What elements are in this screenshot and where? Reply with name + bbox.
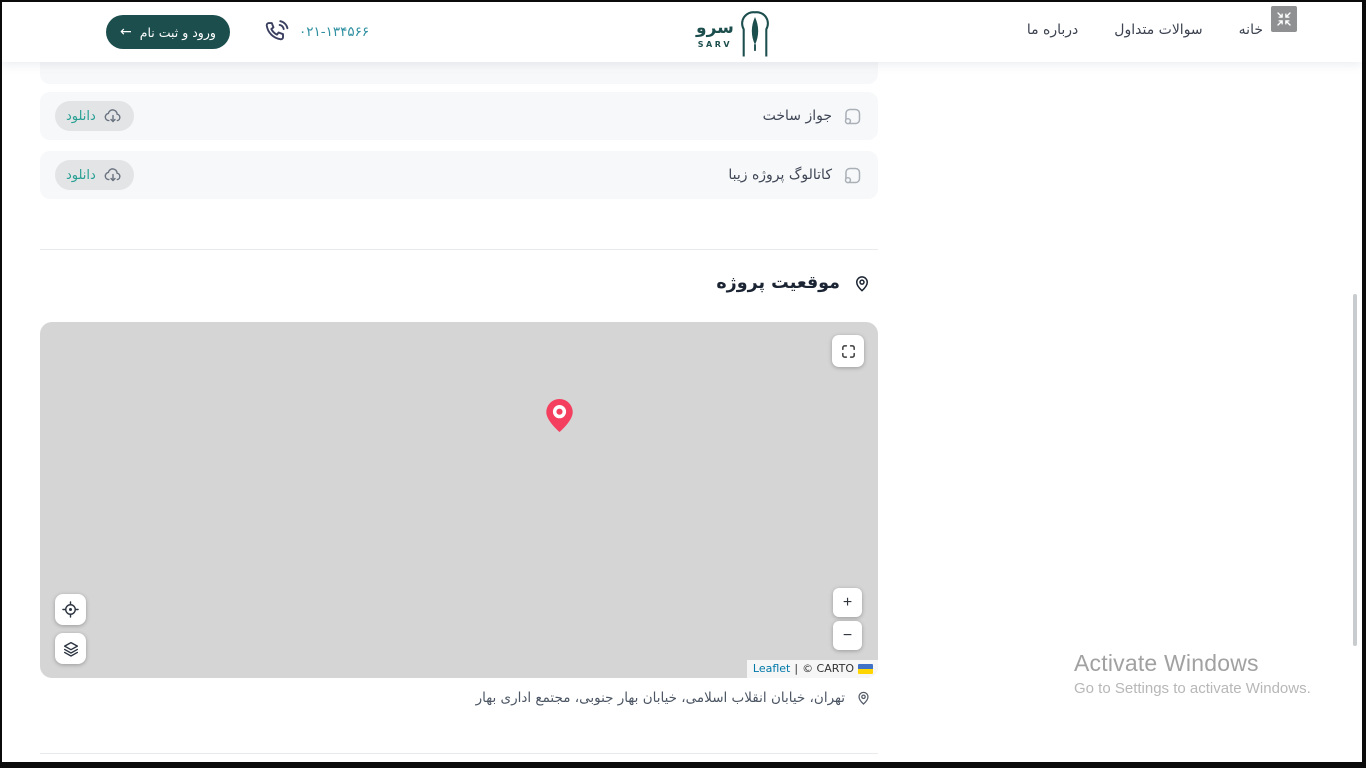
locate-button[interactable] (55, 594, 86, 625)
nav-home[interactable]: خانه (1239, 22, 1263, 38)
page: ورود و ثبت نام ← ۰۲۱-۱۳۴۵۶۶ سرو SARV (0, 0, 1366, 768)
zoom-out-button[interactable]: − (833, 621, 862, 650)
layers-button[interactable] (55, 633, 86, 664)
header: ورود و ثبت نام ← ۰۲۱-۱۳۴۵۶۶ سرو SARV (2, 2, 1362, 62)
address-pin-icon (855, 689, 872, 706)
logo-persian-name: سرو (696, 17, 734, 41)
phone-number: ۰۲۱-۱۳۴۵۶۶ (299, 24, 369, 40)
nav-about[interactable]: درباره ما (1027, 22, 1078, 38)
main-nav: خانه سوالات متداول درباره ما (1027, 22, 1263, 38)
location-pin-icon (852, 273, 872, 293)
activate-windows-watermark: Activate Windows Go to Settings to activ… (1074, 650, 1311, 697)
cloud-download-icon (103, 106, 123, 126)
attribution-separator: | (794, 662, 798, 675)
document-row-permit: جواز ساخت دانلود (40, 92, 878, 140)
compress-arrows-icon[interactable] (1271, 6, 1297, 32)
nav-faq[interactable]: سوالات متداول (1114, 22, 1202, 38)
address-text: تهران، خیابان انقلاب اسلامی، خیابان بهار… (476, 690, 845, 706)
address-row: تهران، خیابان انقلاب اسلامی، خیابان بهار… (476, 689, 872, 706)
left-arrow-icon: ← (120, 24, 132, 40)
leaflet-link[interactable]: Leaflet (753, 662, 790, 675)
document-label: کاتالوگ پروژه زیبا (728, 167, 832, 183)
document-row-partial (40, 60, 878, 84)
logo-wordmark: سرو SARV (696, 17, 734, 50)
ukraine-flag-icon (858, 664, 873, 674)
activate-windows-line2: Go to Settings to activate Windows. (1074, 680, 1311, 697)
download-label: دانلود (66, 168, 96, 183)
divider (40, 249, 878, 250)
section-title-row: موقعیت پروژه (716, 273, 872, 293)
cloud-download-icon (103, 165, 123, 185)
zoom-in-button[interactable]: + (833, 588, 862, 617)
download-button[interactable]: دانلود (55, 101, 134, 131)
document-row-catalog: کاتالوگ پروژه زیبا دانلود (40, 151, 878, 199)
download-label: دانلود (66, 109, 96, 124)
download-button[interactable]: دانلود (55, 160, 134, 190)
document-label: جواز ساخت (763, 108, 832, 124)
fullscreen-button[interactable] (832, 335, 864, 367)
login-register-button[interactable]: ورود و ثبت نام ← (106, 15, 230, 49)
map[interactable]: + − Leaflet | © CARTO (40, 322, 878, 678)
logo-latin-name: SARV (698, 40, 732, 49)
carto-attribution: © CARTO (802, 662, 854, 675)
logo[interactable]: سرو SARV (696, 8, 771, 58)
activate-windows-line1: Activate Windows (1074, 650, 1311, 677)
section-title: موقعیت پروژه (716, 273, 840, 293)
document-scroll-icon (842, 165, 863, 186)
phone-icon (263, 18, 290, 45)
scrollbar-thumb[interactable] (1353, 294, 1357, 646)
login-register-label: ورود و ثبت نام (140, 25, 216, 40)
divider (40, 753, 878, 754)
phone-link[interactable]: ۰۲۱-۱۳۴۵۶۶ (263, 18, 369, 45)
map-attribution: Leaflet | © CARTO (747, 660, 878, 678)
cypress-tree-logo-icon (739, 8, 771, 58)
document-scroll-icon (842, 106, 863, 127)
map-marker-icon[interactable] (546, 399, 573, 432)
